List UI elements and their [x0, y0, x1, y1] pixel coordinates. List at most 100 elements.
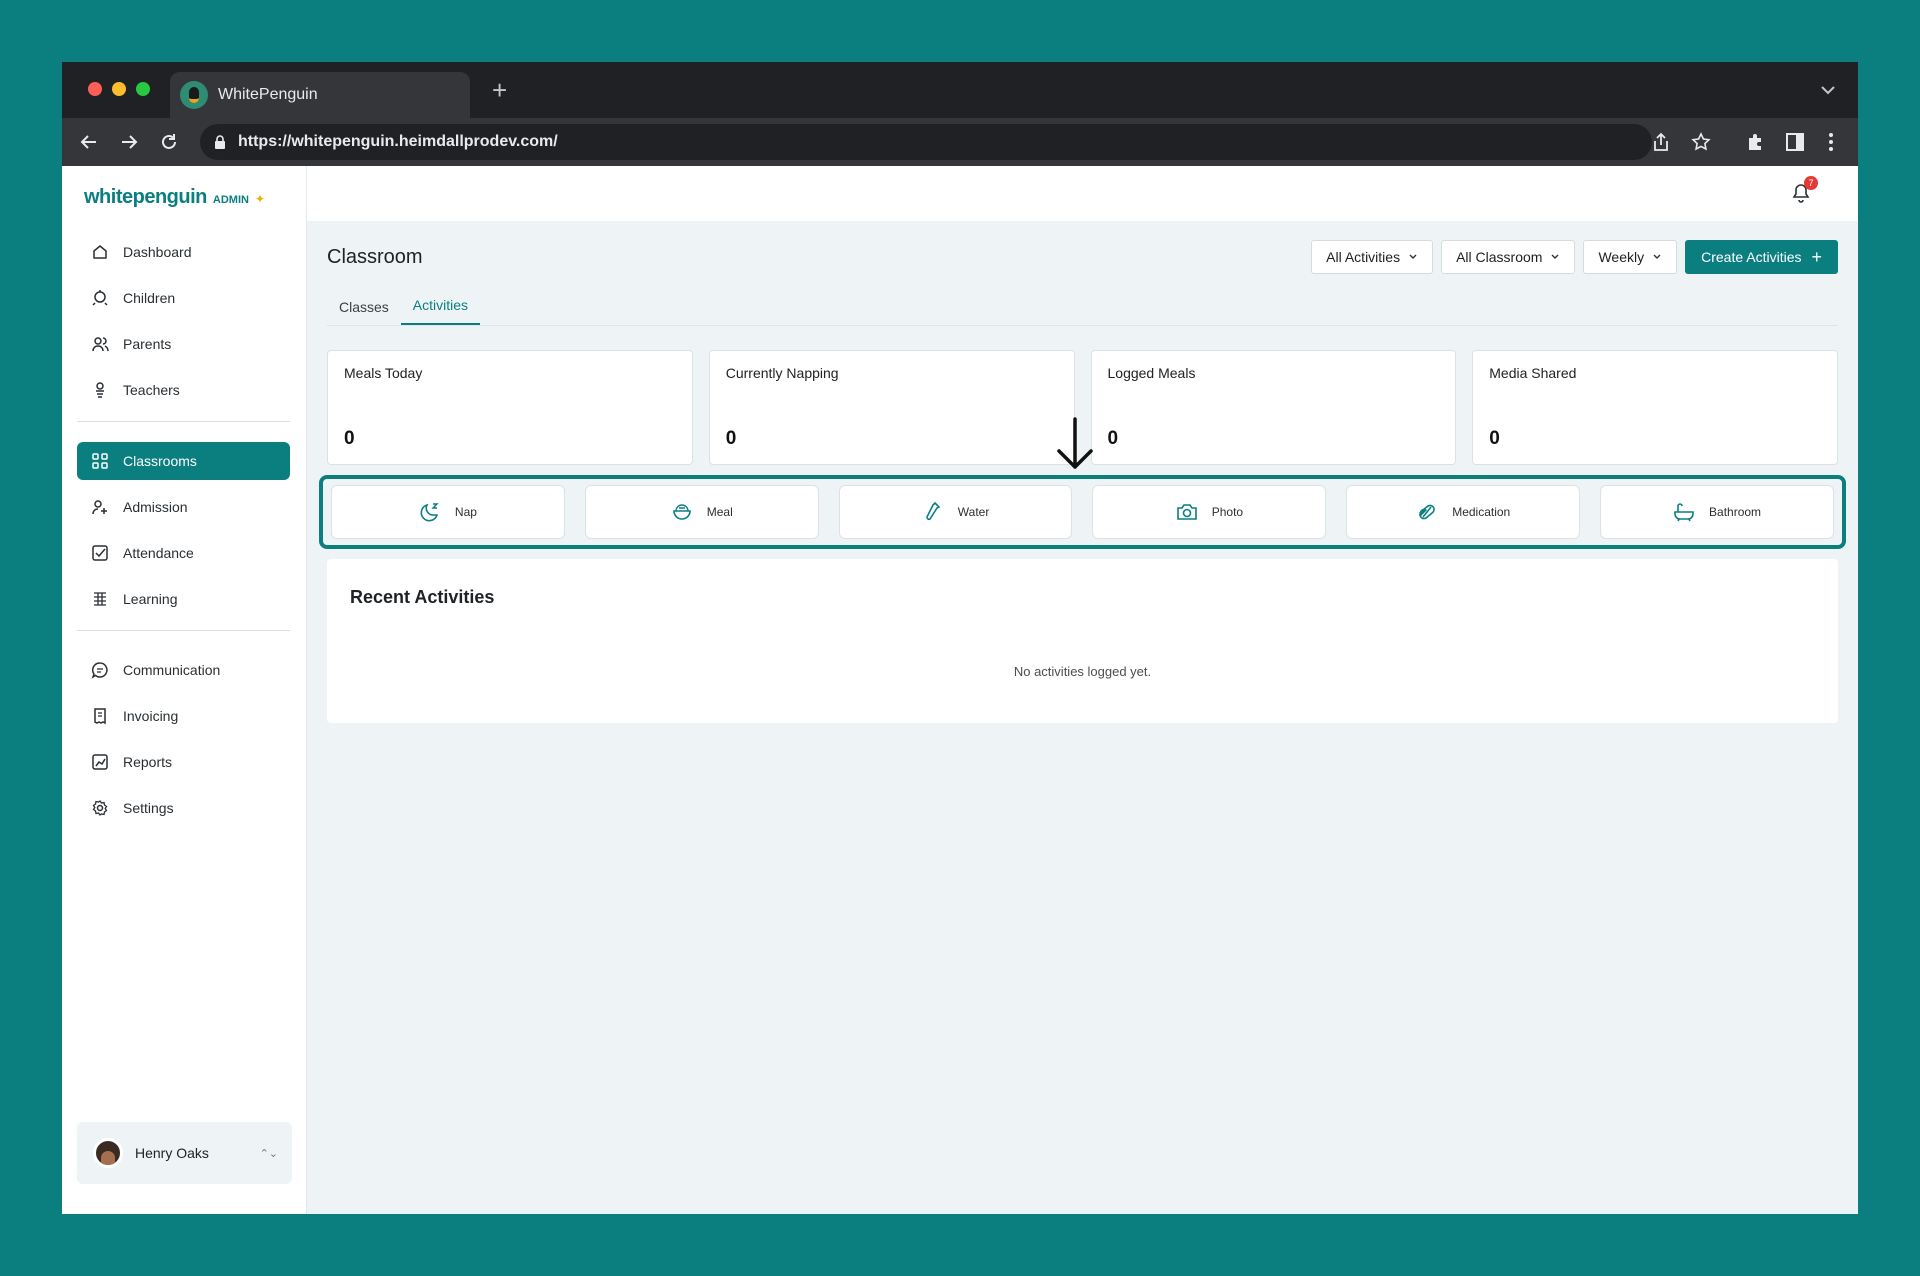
sidebar-item-settings[interactable]: Settings: [77, 789, 290, 827]
quick-action-photo[interactable]: Photo: [1092, 485, 1327, 539]
sidebar-item-parents[interactable]: Parents: [77, 325, 290, 363]
invoice-icon: [94, 708, 106, 725]
admission-icon: [92, 500, 107, 515]
sidebar-item-label: Teachers: [123, 382, 180, 398]
forward-icon[interactable]: [116, 129, 142, 155]
bottle-icon: [925, 501, 941, 521]
user-name: Henry Oaks: [135, 1145, 209, 1161]
sidebar-item-reports[interactable]: Reports: [77, 743, 290, 781]
maximize-window-button[interactable]: [136, 82, 150, 96]
avatar: [93, 1138, 123, 1168]
notification-count-badge: 7: [1804, 176, 1818, 190]
tab-title: WhitePenguin: [218, 86, 318, 103]
button-label: Create Activities: [1701, 249, 1802, 265]
sidebar-item-children[interactable]: Children: [77, 279, 290, 317]
sidebar-divider: [77, 630, 290, 631]
quick-action-label: Medication: [1452, 505, 1511, 519]
gear-icon: [92, 800, 108, 816]
sidebar-item-attendance[interactable]: Attendance: [77, 534, 290, 572]
quick-action-meal[interactable]: Meal: [584, 485, 819, 539]
admin-badge-icon: ✦: [254, 192, 266, 206]
tab-classes[interactable]: Classes: [327, 299, 401, 325]
sidebar-item-classrooms[interactable]: Classrooms: [77, 442, 290, 480]
browser-tabbar: WhitePenguin +: [62, 62, 1858, 118]
learning-icon: [94, 592, 106, 606]
lock-icon: [215, 135, 225, 149]
sidebar-item-teachers[interactable]: Teachers: [77, 371, 290, 409]
arrow-down-icon: [1057, 417, 1093, 469]
period-filter-dropdown[interactable]: Weekly: [1583, 240, 1678, 274]
quick-action-label: Water: [957, 505, 990, 519]
camera-icon: [1176, 504, 1197, 520]
quick-actions-highlight: Nap Meal Water Photo Medication Bathroom: [319, 475, 1846, 549]
stat-card-logged-meals: Logged Meals 0: [1090, 350, 1457, 465]
sidebar-item-learning[interactable]: Learning: [77, 580, 290, 618]
sidebar-item-label: Children: [123, 290, 176, 306]
chevron-down-icon: [1551, 254, 1559, 259]
sidebar-item-label: Parents: [123, 336, 172, 352]
stat-card-currently-napping: Currently Napping 0: [708, 350, 1075, 465]
filter-label: Weekly: [1598, 249, 1645, 265]
sidebar-item-communication[interactable]: Communication: [77, 651, 290, 689]
recent-activities-panel: Recent Activities No activities logged y…: [327, 559, 1838, 723]
stat-card-media-shared: Media Shared 0: [1472, 350, 1838, 465]
activities-filter-dropdown[interactable]: All Activities: [1311, 240, 1434, 274]
share-icon[interactable]: [1648, 129, 1674, 155]
close-window-button[interactable]: [88, 82, 102, 96]
sidebar-item-label: Attendance: [123, 545, 194, 561]
create-activities-button[interactable]: Create Activities +: [1685, 240, 1838, 274]
sidebar-item-label: Learning: [123, 591, 178, 607]
chevron-down-icon[interactable]: [1818, 80, 1838, 100]
sidebar-item-label: Invoicing: [123, 708, 179, 724]
browser-window: WhitePenguin + https://whitepenguin.heim…: [62, 62, 1858, 1214]
back-icon[interactable]: [76, 129, 102, 155]
brand-logo: whitepenguin: [84, 186, 207, 208]
stat-value: 0: [344, 428, 355, 449]
plus-icon: +: [1811, 247, 1822, 267]
page-header: Classroom All Activities All Classroom W…: [327, 221, 1838, 293]
home-icon: [93, 245, 107, 259]
chat-icon: [91, 662, 108, 679]
page-title: Classroom: [327, 245, 423, 268]
extensions-icon[interactable]: [1742, 129, 1768, 155]
bowl-icon: [672, 504, 691, 520]
reload-icon[interactable]: [156, 129, 182, 155]
menu-dots-icon[interactable]: [1818, 129, 1844, 155]
section-title: Recent Activities: [350, 587, 495, 607]
empty-state-text: No activities logged yet.: [1013, 664, 1152, 679]
tab-activities[interactable]: Activities: [400, 297, 481, 325]
quick-action-nap[interactable]: Nap: [331, 485, 565, 539]
sidebar-item-label: Communication: [123, 662, 221, 678]
browser-tab[interactable]: WhitePenguin: [170, 72, 470, 118]
penguin-favicon-icon: [180, 81, 208, 109]
chevron-updown-icon: ⌃⌄: [259, 1147, 278, 1160]
classroom-filter-dropdown[interactable]: All Classroom: [1441, 240, 1576, 274]
sidebar-nav: Dashboard Children Parents Teachers Clas…: [62, 209, 306, 827]
sidebar-item-label: Classrooms: [123, 453, 197, 469]
quick-action-water[interactable]: Water: [838, 485, 1073, 539]
address-bar[interactable]: https://whitepenguin.heimdallprodev.com/: [200, 124, 1652, 160]
quick-action-label: Nap: [454, 505, 477, 519]
quick-action-bathroom[interactable]: Bathroom: [1600, 485, 1834, 539]
check-icon: [92, 545, 108, 561]
notifications-button[interactable]: 7: [1786, 176, 1818, 208]
quick-action-medication[interactable]: Medication: [1346, 485, 1581, 539]
child-icon: [92, 290, 108, 306]
admin-label: ADMIN: [212, 194, 249, 206]
reports-icon: [92, 754, 108, 770]
teacher-icon: [96, 382, 104, 398]
bookmark-star-icon[interactable]: [1688, 129, 1714, 155]
sidepanel-icon[interactable]: [1782, 129, 1808, 155]
minimize-window-button[interactable]: [112, 82, 126, 96]
stat-label: Logged Meals: [1107, 365, 1196, 381]
user-menu[interactable]: Henry Oaks ⌃⌄: [77, 1122, 292, 1184]
sidebar-item-admission[interactable]: Admission: [77, 488, 290, 526]
sidebar-item-invoicing[interactable]: Invoicing: [77, 697, 290, 735]
filter-label: All Classroom: [1456, 249, 1543, 265]
sidebar-item-dashboard[interactable]: Dashboard: [77, 233, 290, 271]
stat-label: Currently Napping: [725, 365, 839, 381]
browser-toolbar: https://whitepenguin.heimdallprodev.com/: [62, 118, 1858, 166]
brand[interactable]: whitepenguin ADMIN ✦: [62, 166, 306, 209]
new-tab-button[interactable]: +: [492, 76, 507, 104]
sidebar-item-label: Admission: [123, 499, 188, 515]
